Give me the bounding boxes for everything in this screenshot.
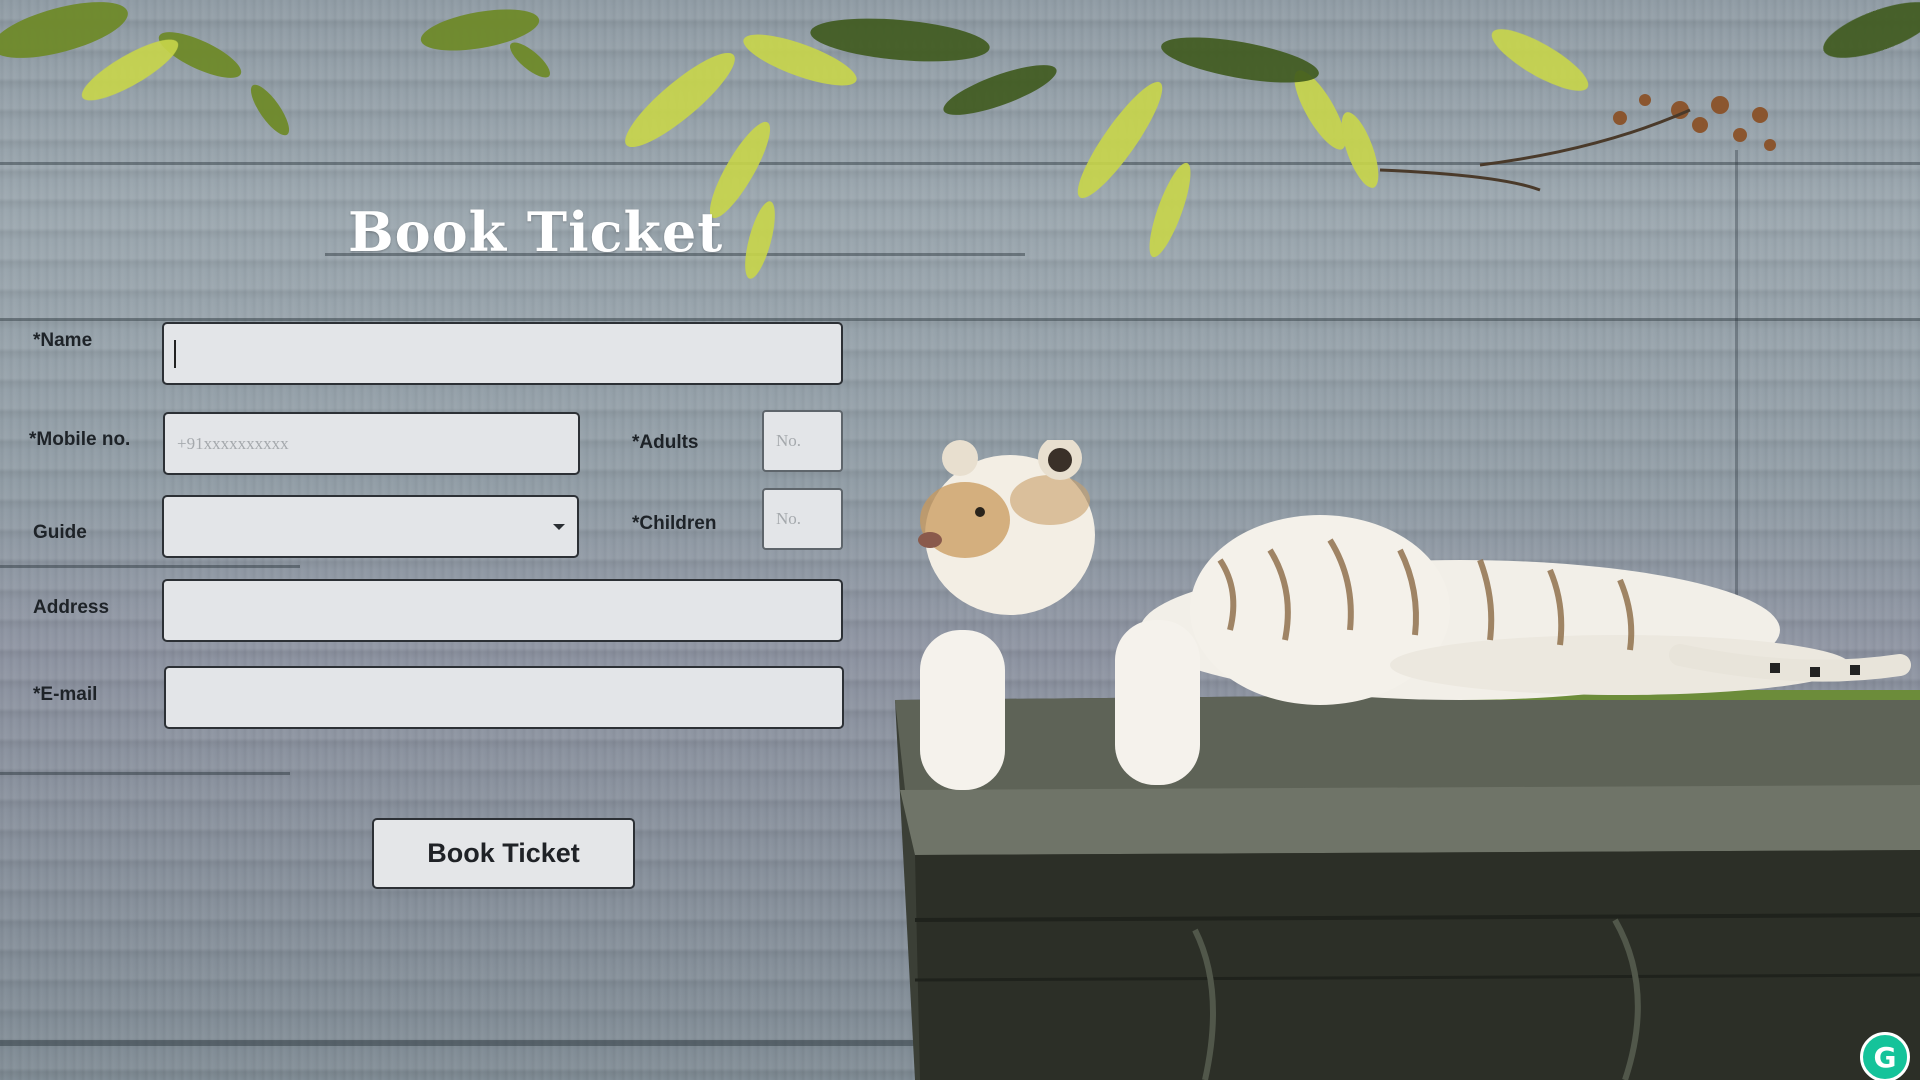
children-label: *Children [632, 513, 717, 534]
adults-input[interactable] [762, 410, 843, 472]
mobile-input[interactable] [163, 412, 580, 475]
wall-seam [0, 318, 1920, 321]
grammarly-icon[interactable]: G [1860, 1032, 1910, 1080]
guide-label: Guide [33, 522, 87, 543]
adults-label: *Adults [632, 432, 699, 453]
children-input[interactable] [762, 488, 843, 550]
wall-seam [0, 1040, 920, 1046]
address-label: Address [33, 597, 110, 618]
grammarly-glyph: G [1873, 1040, 1897, 1074]
page-title: Book Ticket [348, 200, 724, 264]
white-tiger-image [918, 440, 1911, 790]
chevron-down-icon [553, 524, 565, 530]
email-label: *E-mail [33, 684, 98, 705]
email-input[interactable] [164, 666, 844, 729]
name-label: *Name [33, 330, 93, 351]
text-caret [174, 340, 176, 368]
book-ticket-button[interactable]: Book Ticket [372, 818, 635, 889]
wall-seam [0, 162, 1920, 165]
wall-seam [0, 772, 290, 775]
booking-page: Book Ticket *Name *Mobile no. *Adults Gu… [0, 0, 1920, 1080]
name-input[interactable] [162, 322, 843, 385]
wall-seam [0, 565, 300, 568]
guide-select[interactable] [162, 495, 579, 558]
address-input[interactable] [162, 579, 843, 642]
mobile-label: *Mobile no. [29, 429, 131, 450]
